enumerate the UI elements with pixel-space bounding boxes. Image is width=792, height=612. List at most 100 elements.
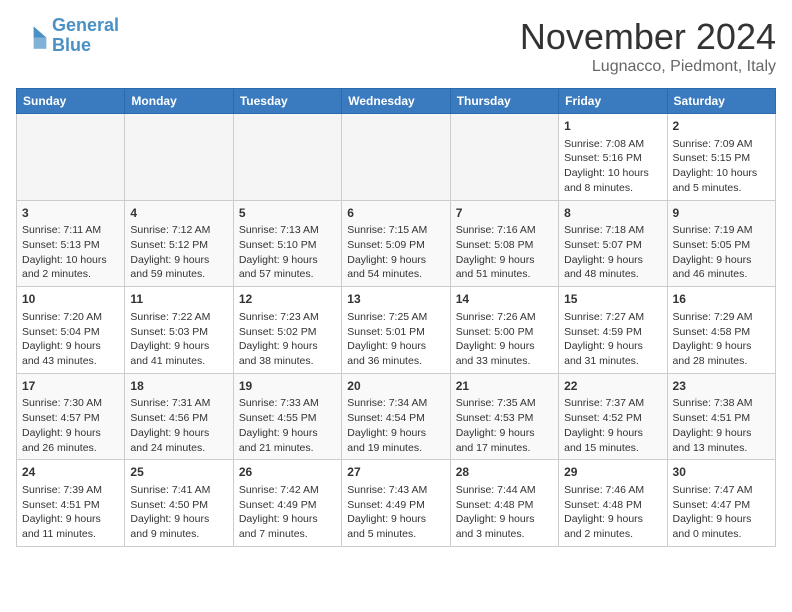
calendar-cell: [125, 114, 233, 201]
day-number: 6: [347, 205, 444, 222]
weekday-header-row: SundayMondayTuesdayWednesdayThursdayFrid…: [17, 89, 776, 114]
day-number: 16: [673, 291, 770, 308]
calendar-week-row: 10Sunrise: 7:20 AM Sunset: 5:04 PM Dayli…: [17, 287, 776, 374]
calendar-cell: 13 Sunrise: 7:25 AM Sunset: 5:01 PM Dayli…: [342, 287, 450, 374]
day-number: 23: [673, 378, 770, 395]
day-info: Sunrise: 7:15 AM Sunset: 5:09 PM Dayligh…: [347, 224, 427, 280]
day-info: Sunrise: 7:22 AM Sunset: 5:03 PM Dayligh…: [130, 311, 210, 367]
calendar-cell: 8 Sunrise: 7:18 AM Sunset: 5:07 PM Daylig…: [559, 200, 667, 287]
day-info: Sunrise: 7:13 AM Sunset: 5:10 PM Dayligh…: [239, 224, 319, 280]
day-number: 18: [130, 378, 227, 395]
calendar-cell: [450, 114, 558, 201]
day-info: Sunrise: 7:44 AM Sunset: 4:48 PM Dayligh…: [456, 484, 536, 540]
calendar-cell: 5Sunrise: 7:13 AM Sunset: 5:10 PM Daylig…: [233, 200, 341, 287]
calendar-cell: 16 Sunrise: 7:29 AM Sunset: 4:58 PM Dayli…: [667, 287, 775, 374]
calendar: SundayMondayTuesdayWednesdayThursdayFrid…: [16, 88, 776, 547]
calendar-cell: 24Sunrise: 7:39 AM Sunset: 4:51 PM Dayli…: [17, 460, 125, 547]
day-number: 15: [564, 291, 661, 308]
day-number: 19: [239, 378, 336, 395]
title-block: November 2024 Lugnacco, Piedmont, Italy: [520, 16, 776, 76]
day-info: Sunrise: 7:29 AM Sunset: 4:58 PM Dayligh…: [673, 311, 753, 367]
location: Lugnacco, Piedmont, Italy: [520, 58, 776, 76]
day-info: Sunrise: 7:18 AM Sunset: 5:07 PM Dayligh…: [564, 224, 644, 280]
day-number: 27: [347, 464, 444, 481]
day-number: 13: [347, 291, 444, 308]
calendar-cell: 1 Sunrise: 7:08 AM Sunset: 5:16 PM Daylig…: [559, 114, 667, 201]
day-number: 12: [239, 291, 336, 308]
calendar-cell: 26 Sunrise: 7:42 AM Sunset: 4:49 PM Dayli…: [233, 460, 341, 547]
day-number: 7: [456, 205, 553, 222]
day-info: Sunrise: 7:47 AM Sunset: 4:47 PM Dayligh…: [673, 484, 753, 540]
day-info: Sunrise: 7:09 AM Sunset: 5:15 PM Dayligh…: [673, 138, 758, 194]
logo: General Blue: [16, 16, 119, 56]
day-number: 20: [347, 378, 444, 395]
day-number: 4: [130, 205, 227, 222]
day-info: Sunrise: 7:38 AM Sunset: 4:51 PM Dayligh…: [673, 397, 753, 453]
day-info: Sunrise: 7:35 AM Sunset: 4:53 PM Dayligh…: [456, 397, 536, 453]
calendar-cell: 10Sunrise: 7:20 AM Sunset: 5:04 PM Dayli…: [17, 287, 125, 374]
calendar-cell: 23 Sunrise: 7:38 AM Sunset: 4:51 PM Dayli…: [667, 373, 775, 460]
day-info: Sunrise: 7:41 AM Sunset: 4:50 PM Dayligh…: [130, 484, 210, 540]
day-info: Sunrise: 7:25 AM Sunset: 5:01 PM Dayligh…: [347, 311, 427, 367]
calendar-cell: [17, 114, 125, 201]
calendar-week-row: 1 Sunrise: 7:08 AM Sunset: 5:16 PM Daylig…: [17, 114, 776, 201]
calendar-cell: 17 Sunrise: 7:30 AM Sunset: 4:57 PM Dayli…: [17, 373, 125, 460]
day-number: 29: [564, 464, 661, 481]
weekday-header: Saturday: [667, 89, 775, 114]
day-number: 1: [564, 118, 661, 135]
calendar-cell: 25 Sunrise: 7:41 AM Sunset: 4:50 PM Dayli…: [125, 460, 233, 547]
calendar-cell: 11Sunrise: 7:22 AM Sunset: 5:03 PM Dayli…: [125, 287, 233, 374]
day-info: Sunrise: 7:08 AM Sunset: 5:16 PM Dayligh…: [564, 138, 649, 194]
calendar-cell: 15 Sunrise: 7:27 AM Sunset: 4:59 PM Dayli…: [559, 287, 667, 374]
calendar-cell: 12 Sunrise: 7:23 AM Sunset: 5:02 PM Dayli…: [233, 287, 341, 374]
weekday-header: Friday: [559, 89, 667, 114]
weekday-header: Tuesday: [233, 89, 341, 114]
calendar-cell: 6 Sunrise: 7:15 AM Sunset: 5:09 PM Daylig…: [342, 200, 450, 287]
day-info: Sunrise: 7:43 AM Sunset: 4:49 PM Dayligh…: [347, 484, 427, 540]
logo-icon: [16, 20, 48, 52]
day-info: Sunrise: 7:33 AM Sunset: 4:55 PM Dayligh…: [239, 397, 319, 453]
day-number: 25: [130, 464, 227, 481]
day-info: Sunrise: 7:19 AM Sunset: 5:05 PM Dayligh…: [673, 224, 753, 280]
day-number: 28: [456, 464, 553, 481]
day-number: 26: [239, 464, 336, 481]
logo-text: General Blue: [52, 16, 119, 56]
day-info: Sunrise: 7:31 AM Sunset: 4:56 PM Dayligh…: [130, 397, 210, 453]
calendar-cell: 20 Sunrise: 7:34 AM Sunset: 4:54 PM Dayli…: [342, 373, 450, 460]
day-number: 30: [673, 464, 770, 481]
day-number: 2: [673, 118, 770, 135]
calendar-cell: 7 Sunrise: 7:16 AM Sunset: 5:08 PM Daylig…: [450, 200, 558, 287]
day-info: Sunrise: 7:23 AM Sunset: 5:02 PM Dayligh…: [239, 311, 319, 367]
calendar-week-row: 3Sunrise: 7:11 AM Sunset: 5:13 PM Daylig…: [17, 200, 776, 287]
day-number: 8: [564, 205, 661, 222]
day-number: 14: [456, 291, 553, 308]
day-info: Sunrise: 7:42 AM Sunset: 4:49 PM Dayligh…: [239, 484, 319, 540]
calendar-cell: 2 Sunrise: 7:09 AM Sunset: 5:15 PM Daylig…: [667, 114, 775, 201]
day-info: Sunrise: 7:26 AM Sunset: 5:00 PM Dayligh…: [456, 311, 536, 367]
calendar-week-row: 24Sunrise: 7:39 AM Sunset: 4:51 PM Dayli…: [17, 460, 776, 547]
calendar-cell: 27 Sunrise: 7:43 AM Sunset: 4:49 PM Dayli…: [342, 460, 450, 547]
day-info: Sunrise: 7:37 AM Sunset: 4:52 PM Dayligh…: [564, 397, 644, 453]
day-info: Sunrise: 7:11 AM Sunset: 5:13 PM Dayligh…: [22, 224, 107, 280]
day-info: Sunrise: 7:27 AM Sunset: 4:59 PM Dayligh…: [564, 311, 644, 367]
day-info: Sunrise: 7:12 AM Sunset: 5:12 PM Dayligh…: [130, 224, 210, 280]
day-info: Sunrise: 7:39 AM Sunset: 4:51 PM Dayligh…: [22, 484, 102, 540]
day-info: Sunrise: 7:30 AM Sunset: 4:57 PM Dayligh…: [22, 397, 102, 453]
calendar-cell: 4 Sunrise: 7:12 AM Sunset: 5:12 PM Daylig…: [125, 200, 233, 287]
calendar-cell: 22 Sunrise: 7:37 AM Sunset: 4:52 PM Dayli…: [559, 373, 667, 460]
day-number: 21: [456, 378, 553, 395]
weekday-header: Monday: [125, 89, 233, 114]
calendar-cell: 9 Sunrise: 7:19 AM Sunset: 5:05 PM Daylig…: [667, 200, 775, 287]
month-title: November 2024: [520, 16, 776, 58]
calendar-cell: 19 Sunrise: 7:33 AM Sunset: 4:55 PM Dayli…: [233, 373, 341, 460]
calendar-cell: 18 Sunrise: 7:31 AM Sunset: 4:56 PM Dayli…: [125, 373, 233, 460]
calendar-cell: 3Sunrise: 7:11 AM Sunset: 5:13 PM Daylig…: [17, 200, 125, 287]
calendar-cell: 30 Sunrise: 7:47 AM Sunset: 4:47 PM Dayli…: [667, 460, 775, 547]
day-info: Sunrise: 7:34 AM Sunset: 4:54 PM Dayligh…: [347, 397, 427, 453]
calendar-cell: [342, 114, 450, 201]
day-number: 22: [564, 378, 661, 395]
day-number: 17: [22, 378, 119, 395]
day-number: 9: [673, 205, 770, 222]
day-info: Sunrise: 7:16 AM Sunset: 5:08 PM Dayligh…: [456, 224, 536, 280]
calendar-cell: [233, 114, 341, 201]
